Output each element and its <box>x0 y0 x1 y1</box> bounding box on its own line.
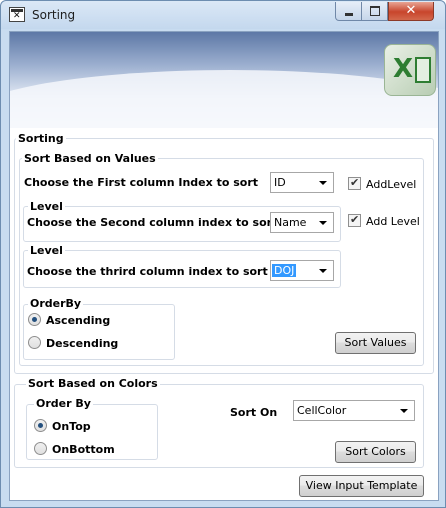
view-input-template-button[interactable]: View Input Template <box>299 475 424 497</box>
level2-group-label: Level <box>28 200 65 213</box>
minimize-button[interactable] <box>335 2 362 21</box>
title-bar[interactable]: Sorting ✕ <box>1 1 445 29</box>
sort-values-button[interactable]: Sort Values <box>335 332 416 354</box>
second-column-combo[interactable]: Name <box>270 212 334 233</box>
descending-radio[interactable] <box>28 336 41 349</box>
descending-label: Descending <box>46 337 119 350</box>
add-level-checkbox-2[interactable] <box>348 213 361 227</box>
values-group-label: Sort Based on Values <box>22 152 158 165</box>
colors-orderby-label: Order By <box>34 397 93 410</box>
close-button[interactable]: ✕ <box>388 2 434 21</box>
ascending-radio[interactable] <box>28 313 41 326</box>
add-level-label-1: AddLevel <box>366 178 417 191</box>
dropdown-arrow-icon <box>319 221 327 225</box>
client-area: X Sorting Sort Based on Values Choose th… <box>9 31 439 501</box>
sorting-group-label: Sorting <box>16 132 66 145</box>
second-column-value: Name <box>274 216 307 229</box>
header-banner: X <box>10 32 438 128</box>
excel-x-mark: X <box>393 54 414 84</box>
first-column-label: Choose the First column Index to sort <box>24 176 258 189</box>
dropdown-arrow-icon <box>319 269 327 273</box>
values-orderby-label: OrderBy <box>28 297 84 310</box>
dropdown-arrow-icon <box>319 181 327 185</box>
first-column-value: ID <box>274 176 286 189</box>
maximize-button[interactable] <box>362 2 388 21</box>
sort-on-combo[interactable]: CellColor <box>293 400 415 421</box>
excel-logo-icon: X <box>384 44 436 96</box>
ontop-label: OnTop <box>52 420 91 433</box>
third-column-label: Choose the thrird column index to sort <box>27 265 268 278</box>
onbottom-label: OnBottom <box>52 443 115 456</box>
sorting-window: Sorting ✕ X Sorting Sort Based on Values… <box>0 0 446 508</box>
ascending-label: Ascending <box>46 314 111 327</box>
colors-group-label: Sort Based on Colors <box>26 377 160 390</box>
onbottom-radio[interactable] <box>34 442 47 455</box>
first-column-combo[interactable]: ID <box>270 172 334 193</box>
add-level-checkbox-1[interactable] <box>348 176 361 190</box>
sort-on-value: CellColor <box>297 404 347 417</box>
third-column-combo[interactable]: DOJ <box>270 260 334 281</box>
sort-colors-button[interactable]: Sort Colors <box>335 441 416 463</box>
close-icon: ✕ <box>405 3 417 18</box>
window-title: Sorting <box>32 8 76 22</box>
dropdown-arrow-icon <box>400 409 408 413</box>
banner-swoosh <box>10 70 438 128</box>
excel-sheet-mark <box>415 57 431 83</box>
level3-group-label: Level <box>28 244 65 257</box>
values-orderby-group <box>23 304 175 360</box>
second-column-label: Choose the Second column index to sort. <box>27 216 282 229</box>
app-icon[interactable] <box>9 7 25 22</box>
third-column-value: DOJ <box>272 264 297 277</box>
sort-on-label: Sort On <box>230 406 278 419</box>
ontop-radio[interactable] <box>34 419 47 432</box>
add-level-label-2: Add Level <box>366 215 420 228</box>
